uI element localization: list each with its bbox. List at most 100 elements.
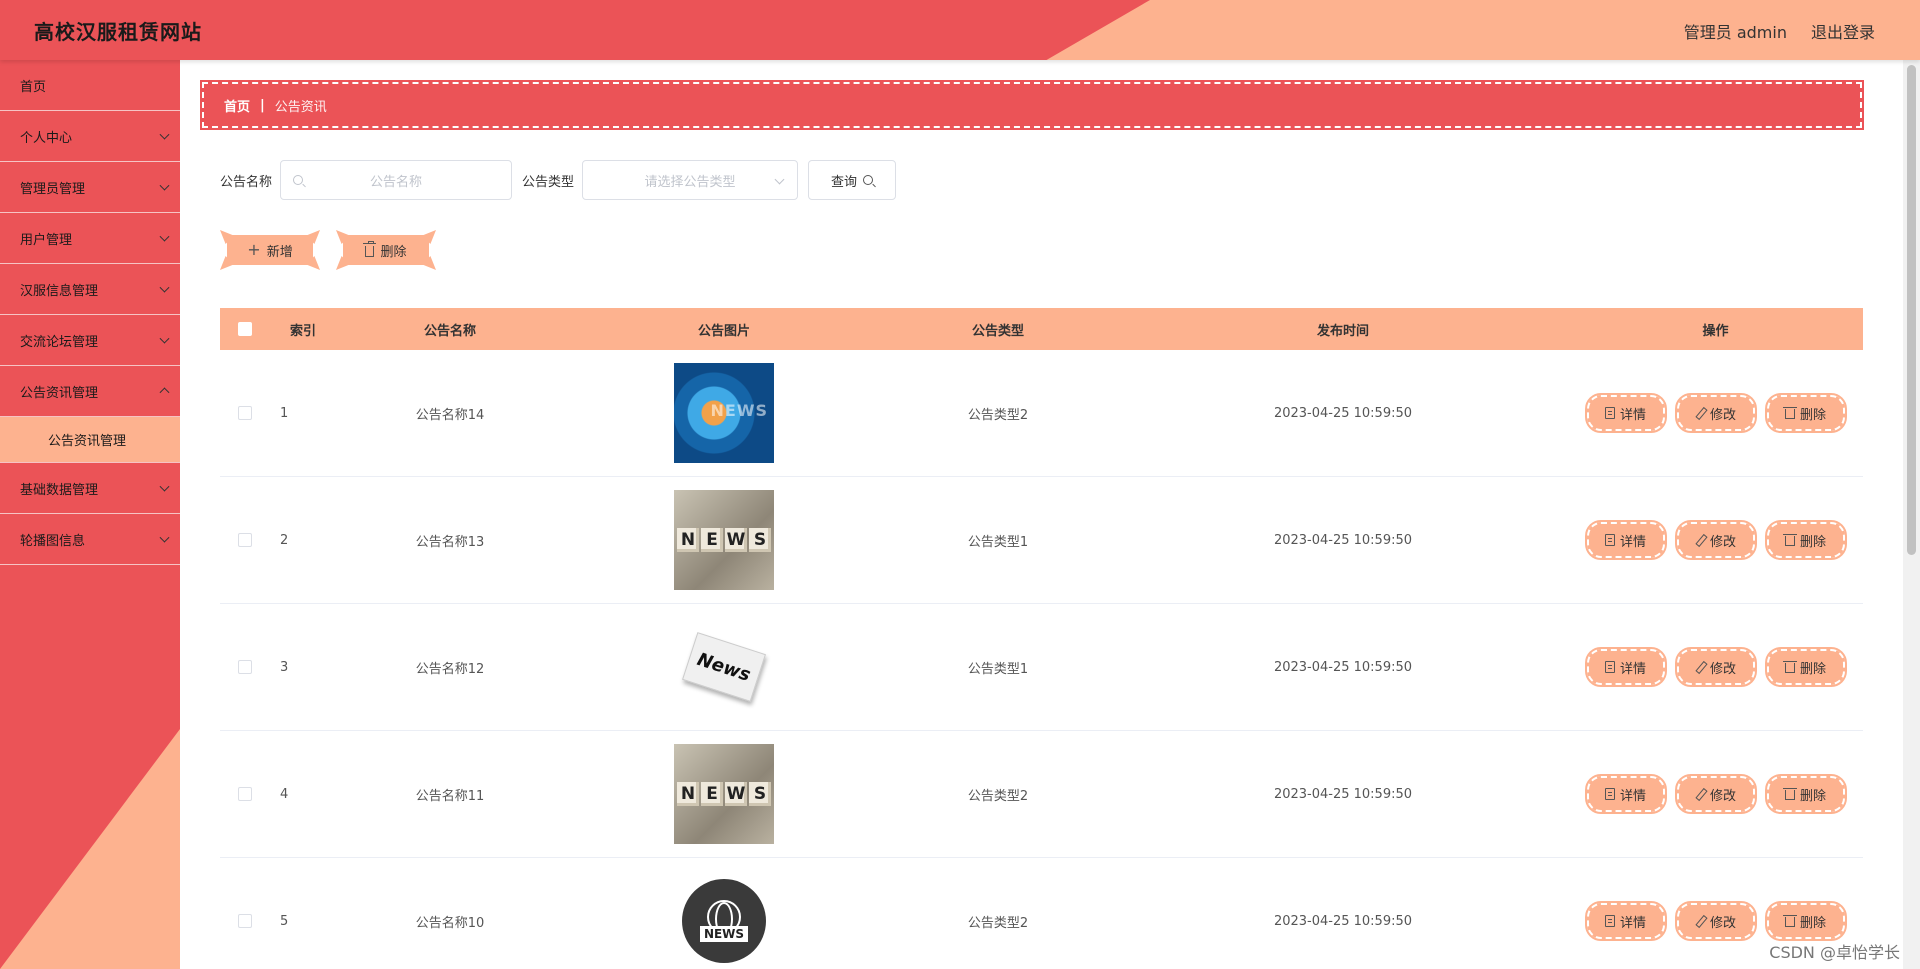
row-name: 公告名称11	[415, 788, 485, 804]
delete-button[interactable]: 删除	[1764, 647, 1847, 687]
table-row: 1 公告名称14 NEWS 公告类型2 2023-04-25 10:59:50 …	[220, 350, 1863, 477]
sidebar-item-hanfu-management[interactable]: 汉服信息管理	[0, 264, 180, 315]
row-checkbox[interactable]	[238, 533, 252, 547]
row-time: 2023-04-25 10:59:50	[1273, 913, 1413, 929]
detail-label: 详情	[1619, 534, 1646, 550]
news-cubes-image[interactable]: NEWS	[674, 490, 774, 590]
edit-icon	[1695, 407, 1705, 419]
name-search-input[interactable]: 公告名称	[280, 160, 513, 200]
row-ops: 详情 修改 删除	[1568, 774, 1863, 814]
scrollbar-thumb[interactable]	[1907, 65, 1916, 555]
detail-button[interactable]: 详情	[1584, 901, 1667, 941]
row-checkbox[interactable]	[238, 787, 252, 801]
top-header: 高校汉服租赁网站 管理员 admin 退出登录	[0, 0, 1920, 60]
detail-button[interactable]: 详情	[1584, 393, 1667, 433]
row-name: 公告名称10	[415, 915, 485, 931]
chevron-down-icon	[774, 174, 785, 185]
row-checkbox-cell	[220, 787, 270, 801]
edit-button[interactable]: 修改	[1674, 901, 1757, 941]
row-ops: 详情 修改 删除	[1568, 901, 1863, 941]
add-button-label: 新增	[266, 244, 293, 260]
news-globe-badge-image[interactable]: NEWS	[674, 871, 774, 969]
detail-label: 详情	[1619, 407, 1646, 423]
image-text: NEWS	[710, 401, 768, 420]
detail-button[interactable]: 详情	[1584, 520, 1667, 560]
trash-icon	[1782, 788, 1797, 800]
letter-cube: N	[677, 528, 699, 552]
breadcrumb-separator: |	[260, 97, 265, 113]
letter-cube: W	[725, 528, 747, 552]
edit-button[interactable]: 修改	[1674, 774, 1757, 814]
main-content: 首页 | 公告资讯 公告名称 公告名称 公告类型 请选择公告类型 查询 + 新增	[180, 60, 1900, 969]
sidebar-item-carousel[interactable]: 轮播图信息	[0, 514, 180, 565]
watermark: CSDN @卓怡学长	[1769, 943, 1900, 962]
row-time: 2023-04-25 10:59:50	[1273, 405, 1413, 421]
chevron-down-icon	[159, 532, 170, 543]
add-button[interactable]: + 新增	[220, 230, 320, 270]
sidebar-item-label: 用户管理	[20, 232, 73, 248]
plus-icon: +	[247, 240, 261, 259]
sidebar-item-home[interactable]: 首页	[0, 60, 180, 111]
edit-button[interactable]: 修改	[1674, 647, 1757, 687]
query-button[interactable]: 查询	[808, 160, 897, 200]
row-name: 公告名称12	[415, 661, 485, 677]
edit-icon	[1695, 915, 1705, 927]
row-ops: 详情 修改 删除	[1568, 520, 1863, 560]
news-globe-image[interactable]: NEWS	[674, 363, 774, 463]
news-cubes-image[interactable]: NEWS	[674, 744, 774, 844]
edit-button[interactable]: 修改	[1674, 393, 1757, 433]
document-icon	[1604, 534, 1615, 546]
sidebar-item-base-data-management[interactable]: 基础数据管理	[0, 463, 180, 514]
chevron-down-icon	[159, 180, 170, 191]
logout-link[interactable]: 退出登录	[1811, 19, 1875, 43]
type-select-placeholder: 请选择公告类型	[644, 174, 736, 190]
select-all-checkbox[interactable]	[238, 322, 252, 336]
detail-button[interactable]: 详情	[1584, 647, 1667, 687]
delete-button[interactable]: 删除	[1764, 774, 1847, 814]
row-checkbox[interactable]	[238, 406, 252, 420]
delete-button[interactable]: 删除	[1764, 393, 1847, 433]
edit-label: 修改	[1709, 534, 1736, 550]
sidebar-item-label: 汉服信息管理	[20, 283, 99, 299]
edit-button[interactable]: 修改	[1674, 520, 1757, 560]
admin-user-label[interactable]: 管理员 admin	[1684, 19, 1787, 43]
breadcrumb-current: 公告资讯	[274, 99, 327, 115]
sidebar-item-label: 基础数据管理	[20, 482, 99, 498]
row-checkbox[interactable]	[238, 660, 252, 674]
delete-button[interactable]: 删除	[1764, 520, 1847, 560]
sidebar-item-forum-management[interactable]: 交流论坛管理	[0, 315, 180, 366]
search-icon	[863, 175, 874, 185]
detail-label: 详情	[1619, 788, 1646, 804]
row-index: 2	[280, 532, 289, 548]
chevron-down-icon	[159, 333, 170, 344]
row-name: 公告名称14	[415, 407, 485, 423]
row-checkbox[interactable]	[238, 914, 252, 928]
vertical-scrollbar[interactable]	[1903, 60, 1920, 969]
delete-label: 删除	[1799, 661, 1826, 677]
table-row: 3 公告名称12 News 公告类型1 2023-04-25 10:59:50 …	[220, 604, 1863, 731]
detail-button[interactable]: 详情	[1584, 774, 1667, 814]
delete-button[interactable]: 删除	[1764, 901, 1847, 941]
batch-delete-button[interactable]: 删除	[336, 230, 436, 270]
sidebar-item-label: 管理员管理	[20, 181, 86, 197]
breadcrumb: 首页 | 公告资讯	[200, 80, 1864, 130]
type-select[interactable]: 请选择公告类型	[582, 160, 799, 200]
row-checkbox-cell	[220, 660, 270, 674]
name-search-placeholder: 公告名称	[370, 174, 423, 190]
row-name: 公告名称13	[415, 534, 485, 550]
edit-label: 修改	[1709, 661, 1736, 677]
breadcrumb-home[interactable]: 首页	[224, 96, 250, 115]
edit-icon	[1695, 788, 1705, 800]
sidebar-item-announcement-management[interactable]: 公告资讯管理	[0, 366, 180, 417]
sidebar-item-admin-management[interactable]: 管理员管理	[0, 162, 180, 213]
sidebar-item-personal-center[interactable]: 个人中心	[0, 111, 180, 162]
document-icon	[1604, 788, 1615, 800]
sidebar-item-user-management[interactable]: 用户管理	[0, 213, 180, 264]
delete-label: 删除	[1799, 534, 1826, 550]
edit-icon	[1695, 534, 1705, 546]
trash-icon	[1782, 534, 1797, 546]
edit-label: 修改	[1709, 788, 1736, 804]
newspaper-image[interactable]: News	[674, 617, 774, 717]
sidebar-subitem-announcement[interactable]: 公告资讯管理	[0, 417, 180, 463]
letter-cube: N	[677, 782, 699, 806]
